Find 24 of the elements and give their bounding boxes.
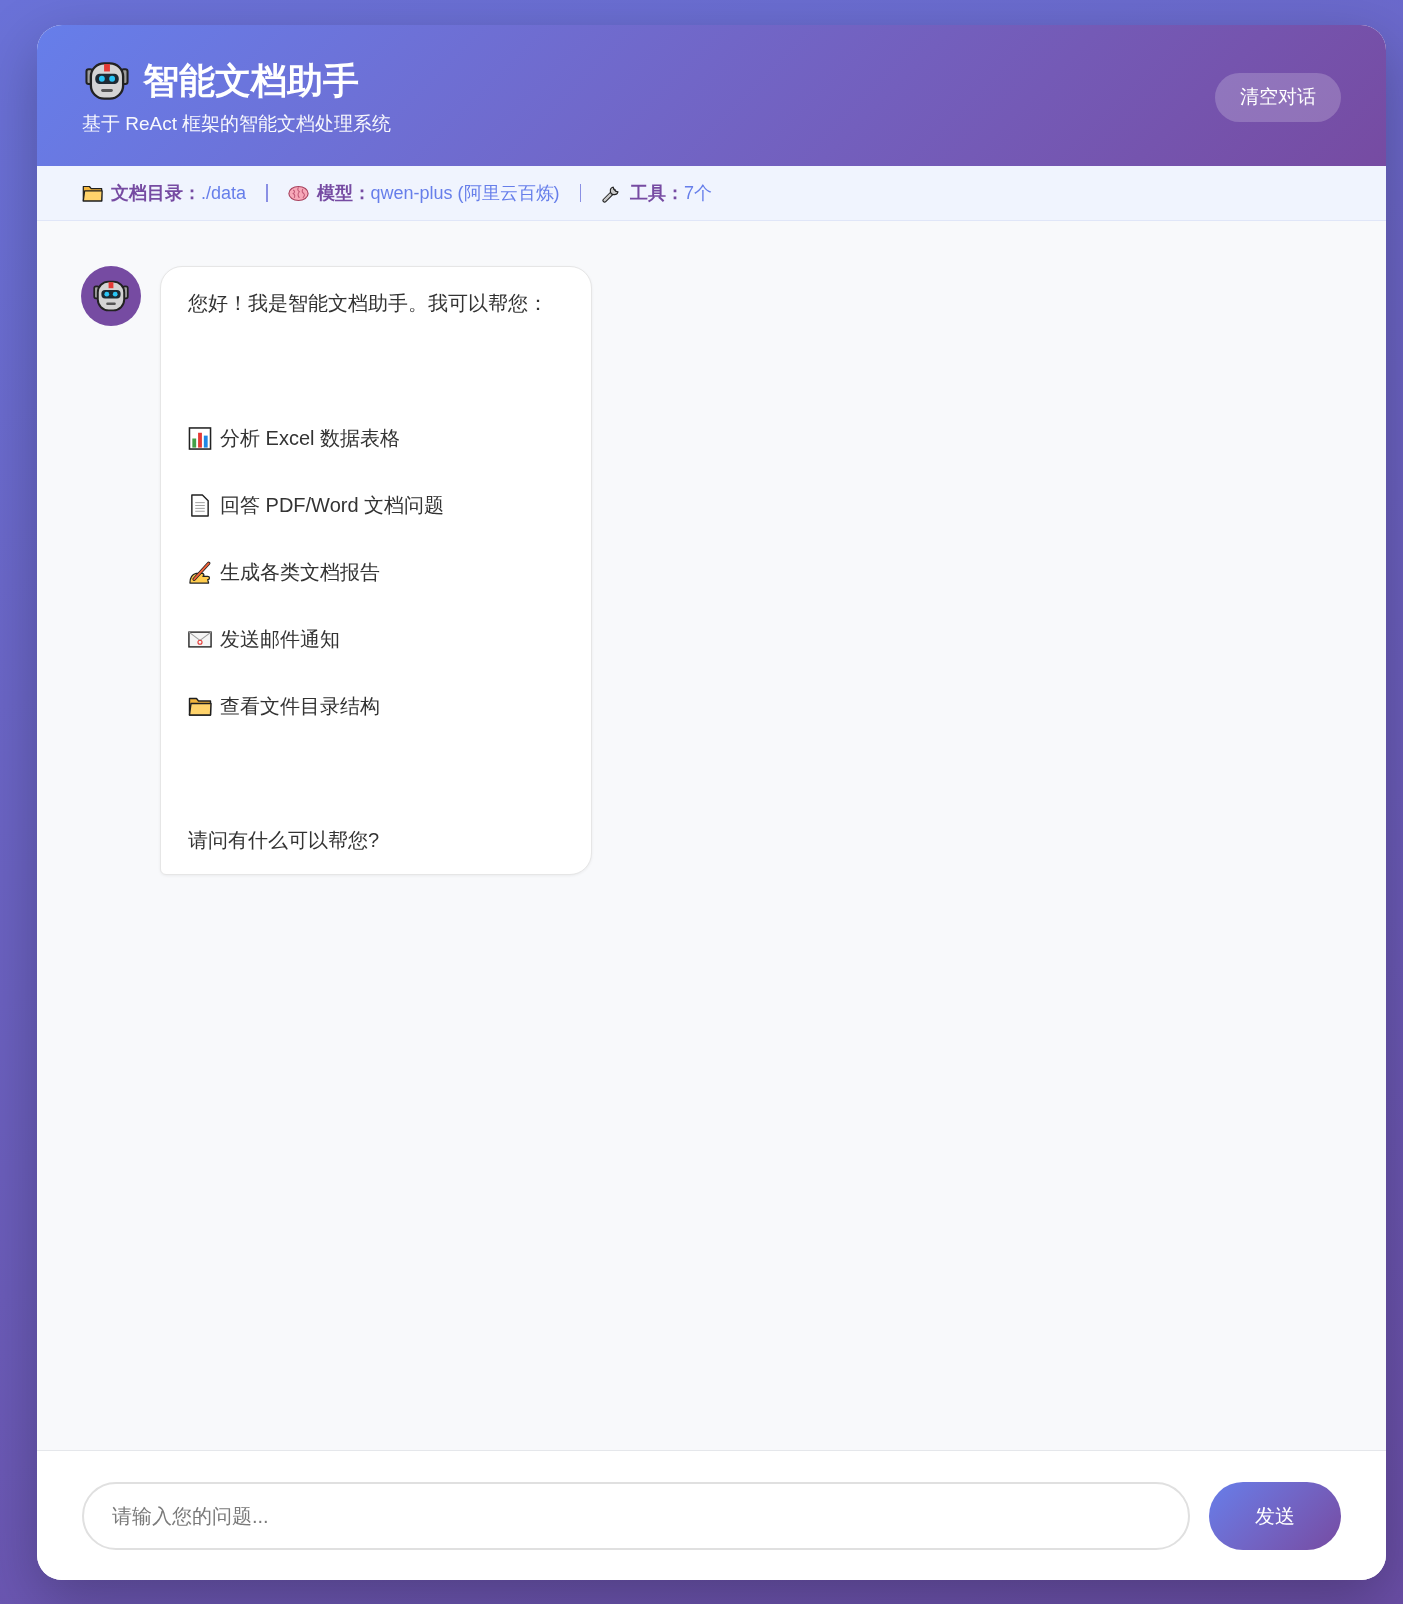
robot-avatar-icon xyxy=(81,266,141,326)
info-value: qwen-plus (阿里云百炼) xyxy=(370,181,560,205)
capability-text: 生成各类文档报告 xyxy=(220,560,380,585)
info-label: 模型： xyxy=(316,181,371,205)
folder-icon xyxy=(82,183,103,203)
info-value: ./data xyxy=(201,181,247,205)
capability-text: 分析 Excel 数据表格 xyxy=(220,426,401,451)
capability-text: 发送邮件通知 xyxy=(220,627,340,652)
app-title: 智能文档助手 xyxy=(143,59,359,103)
message-text: 请问有什么可以帮您? xyxy=(188,828,381,853)
info-label: 工具： xyxy=(630,181,685,205)
info-value: 7个 xyxy=(684,181,713,205)
app-subtitle: 基于 ReAct 框架的智能文档处理系统 xyxy=(82,112,392,136)
info-label: 文档目录： xyxy=(111,181,201,205)
message-text: 您好！我是智能文档助手。我可以帮您： xyxy=(188,291,549,316)
bar-chart-icon xyxy=(188,426,212,450)
message-input-field[interactable]: 请输入您的问题... xyxy=(82,1482,1190,1550)
send-button[interactable]: 发送 xyxy=(1209,1482,1341,1550)
writing-hand-icon xyxy=(188,560,212,584)
document-icon xyxy=(188,493,212,517)
clear-chat-button[interactable]: 清空对话 xyxy=(1215,73,1341,122)
capability-text: 查看文件目录结构 xyxy=(220,694,380,719)
brain-icon xyxy=(287,183,309,203)
capability-text: 回答 PDF/Word 文档问题 xyxy=(220,493,445,518)
